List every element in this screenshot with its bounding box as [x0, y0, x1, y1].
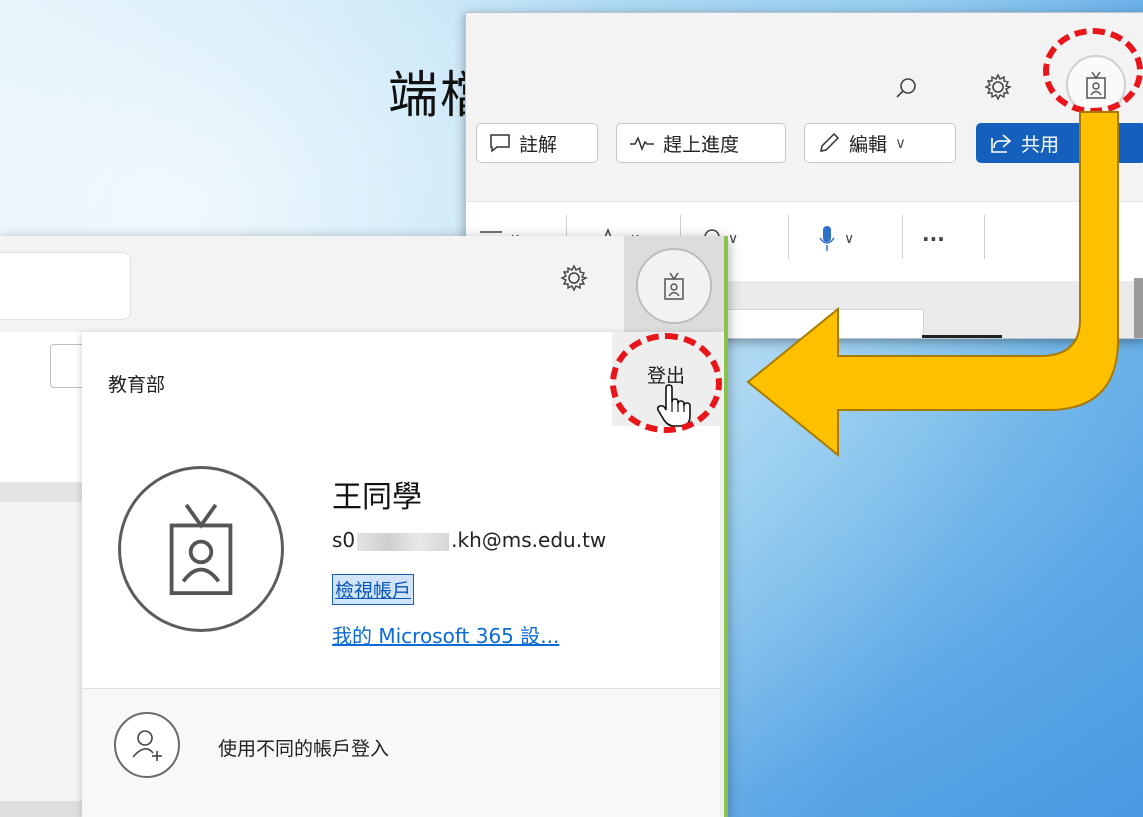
title-bar [466, 13, 1143, 113]
comment-button[interactable]: 註解 [476, 123, 598, 163]
chevron-down-icon: ∨ [844, 231, 855, 247]
add-account-button[interactable] [114, 712, 180, 778]
edit-button[interactable]: 編輯 ∨ [804, 123, 956, 163]
share-icon [991, 134, 1012, 153]
search-icon[interactable] [886, 69, 926, 109]
view-account-link[interactable]: 檢視帳戶 [332, 574, 415, 605]
user-email: s0 .kh@ms.edu.tw [332, 528, 606, 552]
organization-name: 教育部 [108, 374, 166, 396]
user-avatar [118, 466, 284, 632]
badge-avatar-icon [169, 503, 233, 596]
account-popup-screenshot: 教育部 登出 王同學 s0 .kh@ms.edu.tw 檢視帳戶 我的 Micro… [0, 236, 728, 817]
user-display-name: 王同學 [332, 480, 422, 515]
divider [788, 215, 789, 259]
microphone-icon [819, 226, 835, 251]
email-redaction [357, 532, 450, 551]
pencil-icon [820, 132, 840, 152]
document-edge [922, 335, 1002, 338]
document-page [722, 309, 924, 338]
highlight-circle-account [1043, 28, 1143, 114]
edit-label: 編輯 [849, 133, 888, 156]
pulse-icon [630, 136, 654, 152]
gear-icon[interactable] [976, 65, 1020, 109]
comment-icon [490, 134, 510, 153]
catch-up-label: 趕上進度 [663, 133, 740, 156]
scrollbar[interactable] [1134, 278, 1143, 338]
m365-settings-link[interactable]: 我的 Microsoft 365 設... [332, 620, 559, 649]
email-prefix: s0 [332, 528, 356, 552]
chevron-down-icon: ∨ [895, 134, 906, 152]
more-options-button[interactable]: ··· [922, 219, 945, 259]
gear-icon[interactable] [552, 256, 596, 300]
share-button[interactable]: 共用 [976, 123, 1143, 163]
catch-up-button[interactable]: 趕上進度 [616, 123, 786, 163]
chevron-down-icon: ∨ [728, 231, 739, 247]
share-label: 共用 [1021, 133, 1060, 156]
badge-avatar-icon[interactable] [636, 248, 712, 324]
sign-in-other-account-link[interactable]: 使用不同的帳戶登入 [218, 734, 389, 761]
email-suffix: .kh@ms.edu.tw [451, 528, 607, 552]
dictate-button[interactable]: ∨ [816, 219, 854, 259]
divider [902, 215, 903, 259]
search-box[interactable] [0, 252, 131, 320]
highlight-circle-signout [610, 333, 722, 433]
divider [984, 215, 985, 259]
scroll-fragment [0, 801, 84, 817]
comment-label: 註解 [519, 133, 558, 156]
add-person-icon [132, 730, 162, 761]
ribbon-fragment-line [0, 482, 84, 502]
